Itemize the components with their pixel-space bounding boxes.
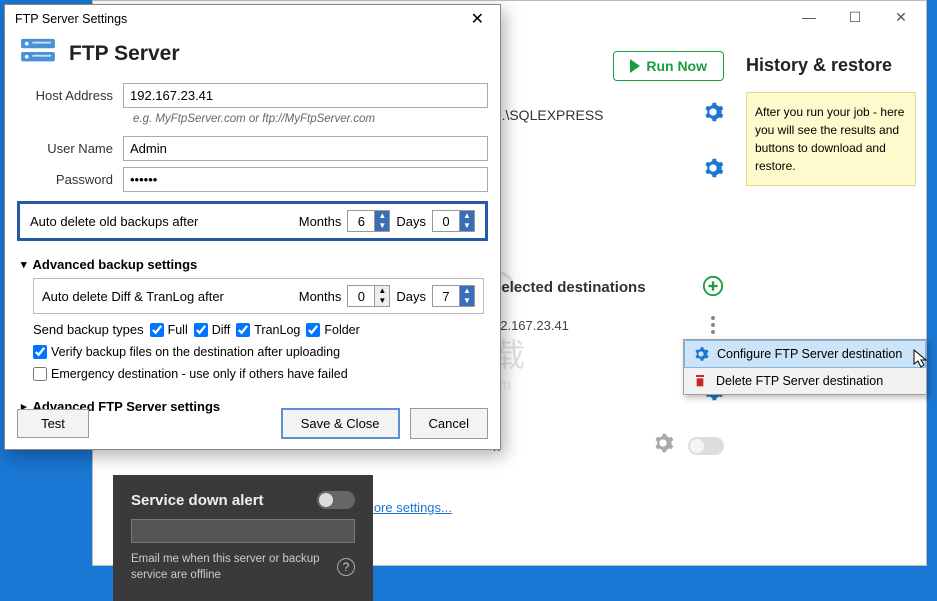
host-label: Host Address [17, 88, 123, 103]
password-input[interactable] [123, 167, 488, 192]
months-spinner[interactable]: ▲▼ [347, 210, 390, 232]
username-label: User Name [17, 141, 123, 156]
cancel-button[interactable]: Cancel [410, 408, 488, 439]
gear-icon[interactable] [652, 432, 674, 460]
service-down-panel: Service down alert Email me when this se… [113, 475, 373, 601]
months-label: Months [299, 214, 342, 229]
server-name: .\SQLEXPRESS [502, 107, 604, 123]
history-title: History & restore [746, 55, 916, 76]
save-close-button[interactable]: Save & Close [281, 408, 400, 439]
auto-delete-label: Auto delete old backups after [30, 214, 293, 229]
test-button[interactable]: Test [17, 409, 89, 438]
verify-checkbox[interactable]: Verify backup files on the destination a… [33, 345, 340, 359]
service-toggle[interactable] [317, 491, 355, 509]
toggle[interactable] [688, 437, 724, 455]
history-panel: History & restore After you run your job… [746, 43, 916, 555]
ctx-configure-ftp[interactable]: Configure FTP Server destination [684, 340, 926, 368]
password-label: Password [17, 172, 123, 187]
diff-tranlog-row: Auto delete Diff & TranLog after Months … [33, 278, 484, 314]
host-hint: e.g. MyFtpServer.com or ftp://MyFtpServe… [17, 111, 488, 133]
gear-icon[interactable] [702, 101, 724, 129]
minimize-button[interactable]: — [786, 2, 832, 32]
destinations-title: selected destinations [493, 279, 646, 296]
tranlog-checkbox[interactable]: TranLog [236, 323, 300, 337]
dialog-header: FTP Server [69, 42, 180, 66]
maximize-button[interactable]: ☐ [832, 2, 878, 32]
service-title: Service down alert [131, 492, 264, 509]
chevron-down-icon: ▾ [21, 258, 27, 271]
send-types-label: Send backup types [33, 322, 144, 337]
host-address-input[interactable] [123, 83, 488, 108]
auto-delete-box: Auto delete old backups after Months ▲▼ … [17, 201, 488, 241]
days-spinner[interactable]: ▲▼ [432, 210, 475, 232]
service-email-input[interactable] [131, 519, 355, 543]
diff-months-spinner[interactable]: ▲▼ [347, 285, 390, 307]
help-icon[interactable]: ? [337, 558, 355, 576]
ftp-server-icon [19, 37, 57, 70]
close-button[interactable]: ✕ [878, 2, 924, 32]
gear-icon[interactable] [702, 157, 724, 185]
ctx-configure-label: Configure FTP Server destination [717, 347, 902, 361]
folder-checkbox[interactable]: Folder [306, 323, 359, 337]
history-note: After you run your job - here you will s… [746, 92, 916, 186]
play-icon [630, 59, 640, 73]
run-now-label: Run Now [646, 58, 707, 74]
diff-days-spinner[interactable]: ▲▼ [432, 285, 475, 307]
emergency-checkbox[interactable]: Emergency destination - use only if othe… [33, 367, 348, 381]
diff-tranlog-label: Auto delete Diff & TranLog after [42, 289, 293, 304]
full-checkbox[interactable]: Full [150, 323, 188, 337]
add-destination-button[interactable] [702, 275, 724, 300]
destination-ip: 92.167.23.41 [493, 318, 569, 333]
ctx-delete-ftp[interactable]: Delete FTP Server destination [684, 368, 926, 394]
diff-checkbox[interactable]: Diff [194, 323, 231, 337]
days-label: Days [396, 214, 426, 229]
advanced-backup-toggle[interactable]: ▾ Advanced backup settings [17, 251, 488, 278]
dialog-titlebar: FTP Server Settings ✕ [5, 5, 500, 33]
dialog-title: FTP Server Settings [15, 12, 127, 26]
username-input[interactable] [123, 136, 488, 161]
run-now-button[interactable]: Run Now [613, 51, 724, 81]
service-note: Email me when this server or backup serv… [131, 551, 331, 583]
destination-menu-button[interactable] [702, 314, 724, 336]
destination-context-menu: Configure FTP Server destination Delete … [683, 339, 927, 395]
more-settings-link[interactable]: More settings... [363, 500, 452, 515]
ctx-delete-label: Delete FTP Server destination [716, 374, 883, 388]
cursor-icon [913, 349, 929, 374]
dialog-close-button[interactable]: ✕ [463, 9, 492, 29]
ftp-settings-dialog: FTP Server Settings ✕ FTP Server Host Ad… [4, 4, 501, 450]
